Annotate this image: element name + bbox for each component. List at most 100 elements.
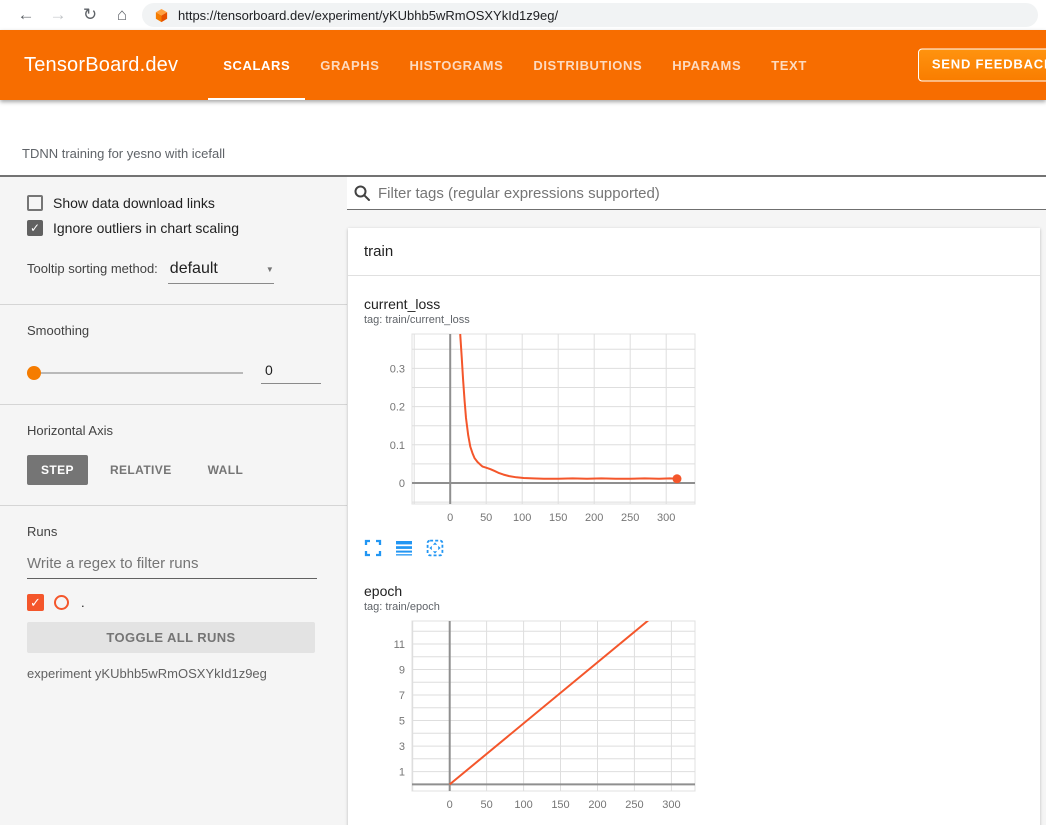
charts-grid: current_losstag: train/current_loss00.10… <box>348 276 1040 825</box>
chart-block-epoch: epochtag: train/epoch 1 3 5 7 9 11 0 50 100 150 200… <box>364 583 699 825</box>
chart-tag: tag: train/current_loss <box>364 313 699 327</box>
svg-text:0: 0 <box>399 478 405 490</box>
svg-text:150: 150 <box>549 512 567 524</box>
svg-text:11: 11 <box>394 639 405 651</box>
run-name: . <box>81 595 85 610</box>
experiment-id-text: experiment yKUbhb5wRmOSXYkId1z9eg <box>27 666 321 681</box>
checked-checkbox-icon[interactable]: ✓ <box>27 220 43 236</box>
chart-tag: tag: train/epoch <box>364 600 699 614</box>
train-section-header[interactable]: train <box>348 228 1040 276</box>
tab-graphs[interactable]: GRAPHS <box>305 30 394 100</box>
svg-text:300: 300 <box>662 799 680 811</box>
svg-text:0: 0 <box>447 512 453 524</box>
svg-text:200: 200 <box>588 799 606 811</box>
experiment-title: TDNN training for yesno with icefall <box>22 146 225 161</box>
home-icon[interactable]: ⌂ <box>106 0 138 30</box>
brand-title: TensorBoard.dev <box>0 54 204 77</box>
train-section-label: train <box>364 243 393 260</box>
checkbox-label: Ignore outliers in chart scaling <box>53 220 239 236</box>
svg-text:0: 0 <box>447 799 453 811</box>
horizontal-axis-options: STEP RELATIVE WALL <box>27 455 321 485</box>
content: Show data download links ✓ Ignore outliers… <box>0 177 1046 825</box>
chart-title: epoch <box>364 583 699 600</box>
axis-option-relative[interactable]: RELATIVE <box>96 455 186 485</box>
svg-text:250: 250 <box>625 799 643 811</box>
runs-section: Runs ✓ . TOGGLE ALL RUNS experiment yKUb… <box>0 505 347 701</box>
tensorboard-favicon <box>154 8 169 23</box>
chart-plot-current_loss[interactable]: 0 0.1 0.2 0.3 0 50 100 150 200 250 300 <box>364 330 699 530</box>
checkbox-label: Show data download links <box>53 195 215 211</box>
chart-block-current_loss: current_losstag: train/current_loss00.10… <box>364 296 699 557</box>
smoothing-label: Smoothing <box>27 323 321 338</box>
search-icon <box>353 184 371 202</box>
toggle-all-runs-button[interactable]: TOGGLE ALL RUNS <box>27 622 315 653</box>
svg-text:3: 3 <box>399 741 405 753</box>
browser-chrome: ←→↻⌂ https://tensorboard.dev/experiment/… <box>0 0 1046 30</box>
svg-text:0.2: 0.2 <box>390 402 405 414</box>
svg-text:1: 1 <box>399 767 405 779</box>
svg-text:7: 7 <box>399 690 405 702</box>
tab-hparams[interactable]: HPARAMS <box>657 30 756 100</box>
header-tabs: SCALARSGRAPHSHISTOGRAMSDISTRIBUTIONSHPAR… <box>208 30 822 100</box>
tooltip-sorting-select[interactable]: default ▼ <box>168 260 274 284</box>
unchecked-checkbox-icon[interactable] <box>27 195 43 211</box>
tooltip-sorting-label: Tooltip sorting method: <box>27 261 158 276</box>
address-bar[interactable]: https://tensorboard.dev/experiment/yKUbh… <box>142 3 1038 27</box>
svg-text:50: 50 <box>480 799 492 811</box>
tag-filter-row <box>347 177 1046 210</box>
svg-text:0.1: 0.1 <box>390 440 405 452</box>
checkbox-row-0[interactable]: Show data download links <box>27 195 321 211</box>
browser-nav-icons: ←→↻⌂ <box>0 0 138 30</box>
svg-text:150: 150 <box>551 799 569 811</box>
axis-option-wall[interactable]: WALL <box>194 455 258 485</box>
run-color-swatch[interactable] <box>54 595 69 610</box>
forward-icon[interactable]: → <box>42 0 74 30</box>
reload-icon[interactable]: ↻ <box>74 0 106 30</box>
expand-chart-icon[interactable] <box>364 539 382 557</box>
app-header: TensorBoard.dev SCALARSGRAPHSHISTOGRAMSD… <box>0 30 1046 100</box>
runs-label: Runs <box>27 524 321 539</box>
tab-distributions[interactable]: DISTRIBUTIONS <box>518 30 657 100</box>
svg-text:5: 5 <box>399 716 405 728</box>
send-feedback-button[interactable]: SEND FEEDBACK <box>918 49 1046 82</box>
svg-text:0.3: 0.3 <box>390 363 405 375</box>
smoothing-value-field[interactable]: 0 <box>261 362 321 384</box>
run-checkbox[interactable]: ✓ <box>27 594 44 611</box>
horizontal-axis-section: Horizontal Axis STEP RELATIVE WALL <box>0 404 347 505</box>
run-row: ✓ . <box>27 594 321 611</box>
tab-text[interactable]: TEXT <box>756 30 822 100</box>
svg-text:50: 50 <box>480 512 492 524</box>
tooltip-sorting-value: default <box>170 260 218 277</box>
experiment-title-row: TDNN training for yesno with icefall <box>0 100 1046 177</box>
url-text[interactable]: https://tensorboard.dev/experiment/yKUbh… <box>178 8 558 23</box>
checkbox-list: Show data download links ✓ Ignore outliers… <box>27 195 321 236</box>
checkbox-row-1[interactable]: ✓ Ignore outliers in chart scaling <box>27 220 321 236</box>
chart-actions <box>364 539 699 557</box>
main-area: train current_losstag: train/current_los… <box>347 177 1046 825</box>
back-icon[interactable]: ← <box>10 0 42 30</box>
general-settings-section: Show data download links ✓ Ignore outliers… <box>0 177 347 304</box>
train-card: train current_losstag: train/current_los… <box>348 228 1040 825</box>
tab-histograms[interactable]: HISTOGRAMS <box>394 30 518 100</box>
fit-domain-icon[interactable] <box>426 539 444 557</box>
tooltip-sorting-row: Tooltip sorting method: default ▼ <box>27 260 321 284</box>
axis-option-step[interactable]: STEP <box>27 455 88 485</box>
smoothing-slider[interactable] <box>27 366 243 380</box>
chart-title: current_loss <box>364 296 699 313</box>
tag-filter-input[interactable] <box>378 185 1046 202</box>
svg-text:300: 300 <box>657 512 675 524</box>
chart-plot-epoch[interactable]: 1 3 5 7 9 11 0 50 100 150 200 250 300 <box>364 617 699 817</box>
horizontal-axis-label: Horizontal Axis <box>27 423 321 438</box>
log-scale-icon[interactable] <box>395 539 413 557</box>
svg-text:9: 9 <box>399 665 405 677</box>
svg-text:250: 250 <box>621 512 639 524</box>
tab-scalars[interactable]: SCALARS <box>208 30 305 100</box>
svg-text:100: 100 <box>514 799 532 811</box>
smoothing-section: Smoothing 0 <box>0 304 347 404</box>
smoothing-slider-row: 0 <box>27 362 321 384</box>
svg-text:200: 200 <box>585 512 603 524</box>
svg-text:100: 100 <box>513 512 531 524</box>
slider-track <box>27 372 243 374</box>
slider-knob[interactable] <box>27 366 41 380</box>
runs-filter-input[interactable] <box>27 553 317 579</box>
